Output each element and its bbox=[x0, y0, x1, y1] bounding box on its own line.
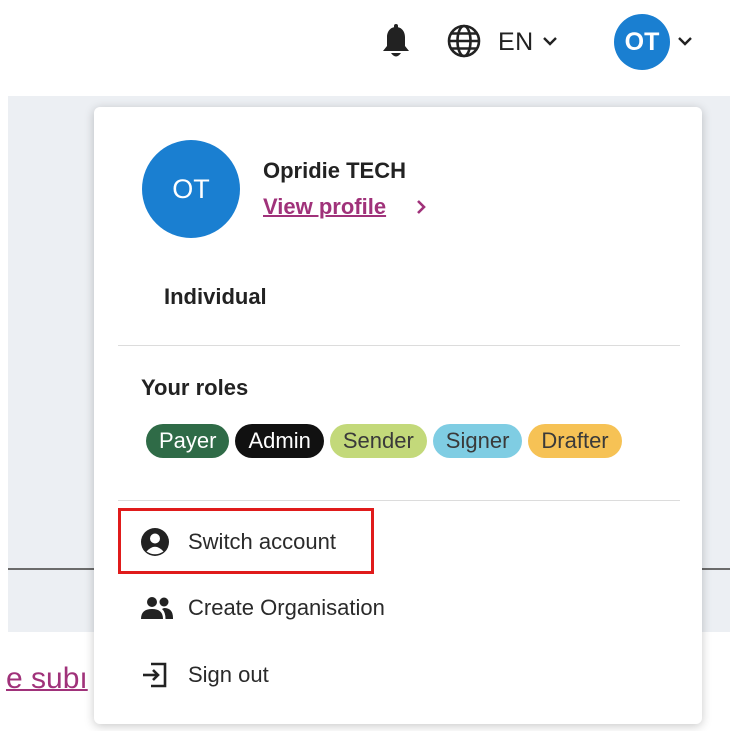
language-selector[interactable]: EN bbox=[498, 28, 534, 57]
globe-icon[interactable] bbox=[446, 23, 482, 59]
chevron-down-icon[interactable] bbox=[540, 34, 560, 48]
divider bbox=[118, 345, 680, 346]
chevron-right-icon[interactable] bbox=[414, 198, 428, 216]
highlight-box bbox=[118, 508, 374, 574]
profile-avatar: OT bbox=[142, 140, 240, 238]
notification-bell-icon[interactable] bbox=[380, 24, 412, 60]
divider bbox=[118, 500, 680, 501]
role-badge-admin: Admin bbox=[235, 424, 324, 458]
top-bar: EN OT bbox=[0, 0, 730, 96]
sign-out-item[interactable]: Sign out bbox=[140, 655, 269, 695]
menu-item-label: Sign out bbox=[188, 662, 269, 687]
background-link[interactable]: e subı bbox=[6, 662, 88, 696]
role-badge-signer: Signer bbox=[432, 424, 523, 458]
role-badge-drafter: Drafter bbox=[528, 424, 622, 458]
create-organisation-item[interactable]: Create Organisation bbox=[140, 588, 385, 628]
user-name: Opridie TECH bbox=[263, 158, 407, 183]
role-badge-sender: Sender bbox=[329, 424, 427, 458]
avatar-initials: OT bbox=[624, 27, 660, 56]
view-profile-link[interactable]: View profile bbox=[263, 194, 386, 220]
role-badges: Payer Admin Sender Signer Drafter bbox=[146, 424, 622, 458]
chevron-down-icon[interactable] bbox=[675, 34, 695, 48]
roles-heading: Your roles bbox=[141, 375, 249, 400]
group-icon bbox=[140, 593, 174, 623]
role-badge-payer: Payer bbox=[146, 424, 230, 458]
user-avatar-button[interactable]: OT bbox=[614, 14, 670, 70]
account-type-label: Individual bbox=[164, 284, 267, 309]
menu-item-label: Create Organisation bbox=[188, 595, 385, 620]
sign-out-icon bbox=[140, 660, 174, 690]
avatar-initials: OT bbox=[172, 173, 210, 204]
